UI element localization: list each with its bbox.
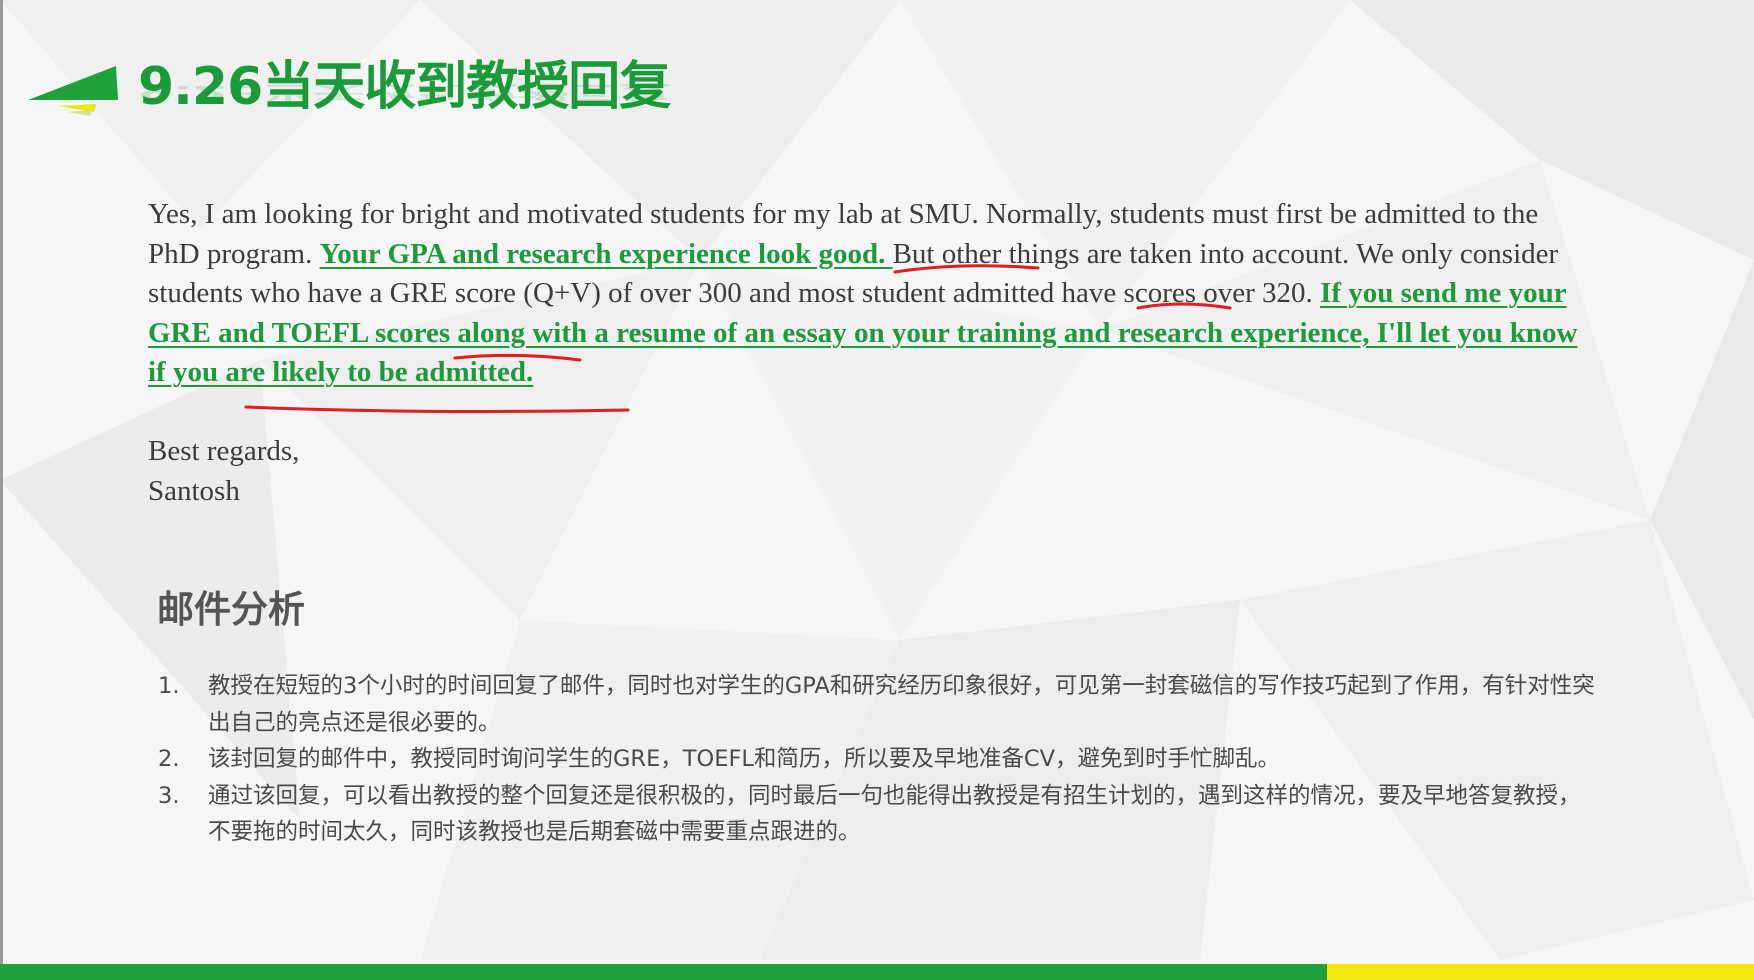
list-item-text: 通过该回复，可以看出教授的整个回复还是很积极的，同时最后一句也能得出教授是有招生…: [208, 782, 1581, 846]
list-item-number: 3.: [158, 782, 180, 809]
list-item-text: 教授在短短的3个小时的时间回复了邮件，同时也对学生的GPA和研究经历印象很好，可…: [208, 673, 1595, 736]
email-quote: Yes, I am looking for bright and motivat…: [148, 195, 1588, 511]
list-item-text: 该封回复的邮件中，教授同时询问学生的GRE，TOEFL和简历，所以要及早地准备C…: [208, 746, 1281, 772]
list-item-number: 2.: [158, 746, 180, 772]
slide-left-border: [0, 0, 3, 980]
slide: 9.26当天收到教授回复 9.26当天收到教授回复 Yes, I am look…: [0, 0, 1754, 980]
list-item-number: 1.: [158, 673, 180, 699]
green-wedge-logo-icon: [28, 66, 118, 116]
email-signature: Santosh: [148, 474, 240, 507]
list-item: 3. 通过该回复，可以看出教授的整个回复还是很积极的，同时最后一句也能得出教授是…: [156, 778, 1596, 851]
footer-bar-green: [0, 964, 1327, 980]
list-item: 1. 教授在短短的3个小时的时间回复了邮件，同时也对学生的GPA和研究经历印象很…: [156, 668, 1596, 741]
email-body: Yes, I am looking for bright and motivat…: [148, 195, 1588, 393]
slide-title-reflection: 9.26当天收到教授回复: [138, 81, 671, 103]
footer-bar-yellow: [1327, 964, 1754, 980]
analysis-list: 1. 教授在短短的3个小时的时间回复了邮件，同时也对学生的GPA和研究经历印象很…: [156, 668, 1596, 851]
list-item: 2. 该封回复的邮件中，教授同时询问学生的GRE，TOEFL和简历，所以要及早地…: [156, 741, 1596, 778]
email-closing: Best regards,: [148, 435, 300, 467]
email-highlight-gpa: Your GPA and research experience look go…: [319, 237, 893, 270]
analysis-heading: 邮件分析: [157, 588, 305, 631]
